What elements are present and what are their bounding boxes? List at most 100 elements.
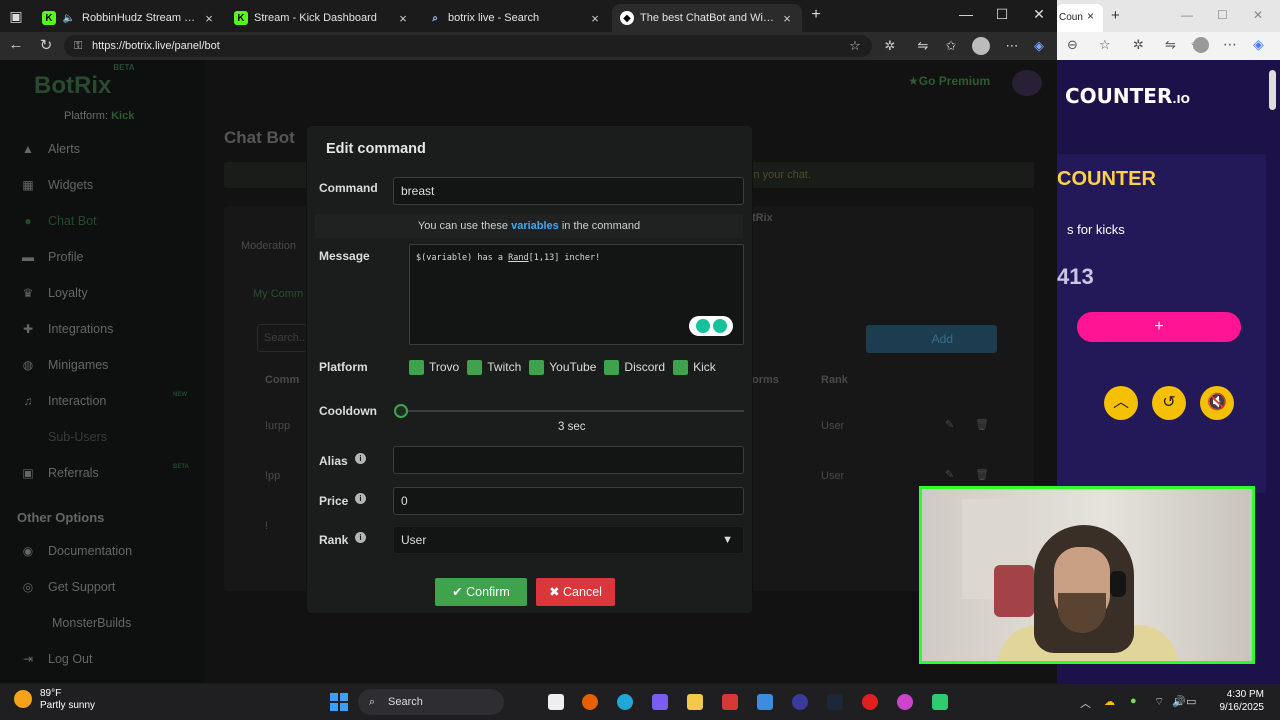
tab-kick-dashboard[interactable]: K Stream - Kick Dashboard × bbox=[226, 4, 418, 32]
clock[interactable]: 4:30 PM 9/16/2025 bbox=[1202, 688, 1265, 714]
avatar[interactable] bbox=[1193, 37, 1209, 53]
sidebar-item-interaction[interactable]: ♫ Interaction bbox=[20, 391, 107, 411]
delete-icon[interactable]: 🗑 bbox=[975, 418, 989, 431]
checkbox-discord[interactable]: Discord bbox=[604, 359, 665, 375]
chevron-up-icon[interactable]: ︿ bbox=[1104, 386, 1138, 420]
delete-icon[interactable]: 🗑 bbox=[975, 468, 989, 481]
maximize-icon[interactable]: ☐ bbox=[1217, 8, 1228, 22]
sidebar-item-referrals[interactable]: ▣ Referrals bbox=[20, 463, 98, 483]
battery-icon[interactable]: ▭ bbox=[1186, 695, 1196, 708]
close-icon[interactable]: × bbox=[202, 11, 216, 26]
price-input[interactable]: 0 bbox=[393, 487, 744, 515]
sidebar-item-chat-bot[interactable]: ● Chat Bot bbox=[20, 211, 96, 231]
checkbox-kick[interactable]: Kick bbox=[673, 359, 716, 375]
increment-button[interactable]: + bbox=[1077, 312, 1241, 342]
alias-input[interactable] bbox=[393, 446, 744, 474]
copilot-app-icon[interactable] bbox=[652, 694, 668, 710]
sidebar-item-documentation[interactable]: ◉ Documentation bbox=[20, 541, 132, 561]
sidebar-item-log-out[interactable]: ⇥ Log Out bbox=[20, 649, 93, 669]
speaker-icon[interactable]: 🔈 bbox=[62, 11, 76, 25]
taskbar-search[interactable]: ⌕ Search bbox=[358, 689, 504, 715]
checkbox-youtube[interactable]: YouTube bbox=[529, 359, 596, 375]
info-icon[interactable]: i bbox=[355, 453, 366, 464]
avatar[interactable] bbox=[972, 37, 990, 55]
cooldown-slider-track[interactable] bbox=[401, 410, 744, 412]
checkbox-trovo[interactable]: Trovo bbox=[409, 359, 459, 375]
sidebar-item-alerts[interactable]: ▲ Alerts bbox=[20, 139, 80, 159]
copilot-icon[interactable]: ◈ bbox=[1253, 36, 1264, 53]
sidebar-item-minigames[interactable]: ◍ Minigames bbox=[20, 355, 109, 375]
copilot-icon[interactable]: ◈ bbox=[1030, 37, 1048, 55]
chevron-up-icon[interactable]: ︿ bbox=[1080, 695, 1091, 711]
tab-robbinhudz[interactable]: K 🔈 RobbinHudz Stream - Watch × bbox=[34, 4, 224, 32]
cooldown-slider-handle[interactable] bbox=[394, 404, 408, 418]
tab-botrix[interactable]: ◆ The best ChatBot and Widgets fo × bbox=[612, 4, 802, 32]
site-info-icon[interactable]: ⚿ bbox=[74, 35, 82, 57]
new-tab-button[interactable]: + bbox=[1111, 7, 1120, 24]
maximize-icon[interactable]: ☐ bbox=[992, 6, 1012, 23]
sidebar-item-profile[interactable]: ▬ Profile bbox=[20, 247, 83, 267]
sidebar-item-widgets[interactable]: ▦ Widgets bbox=[20, 175, 93, 195]
cloud-icon[interactable]: ☁ bbox=[1104, 695, 1115, 708]
extension-puzzle-icon[interactable]: ✲ bbox=[881, 37, 899, 55]
sidebar-item-integrations[interactable]: ✚ Integrations bbox=[20, 319, 113, 339]
checkbox-twitch[interactable]: Twitch bbox=[467, 359, 521, 375]
sidebar-item-sub-users[interactable]: Sub-Users bbox=[20, 427, 107, 447]
search-input[interactable]: Search... bbox=[257, 324, 308, 352]
tab-moderation[interactable]: Moderation bbox=[241, 240, 296, 252]
tab-my-commands[interactable]: My Comm bbox=[253, 288, 303, 300]
file-icon[interactable] bbox=[548, 694, 564, 710]
kick-app-icon[interactable] bbox=[932, 694, 948, 710]
media-icon[interactable] bbox=[862, 694, 878, 710]
go-premium-link[interactable]: ★Go Premium bbox=[908, 74, 990, 88]
window-close-icon[interactable]: ✕ bbox=[1253, 8, 1263, 22]
photos-icon[interactable] bbox=[757, 694, 773, 710]
info-icon[interactable]: i bbox=[355, 532, 366, 543]
cancel-button[interactable]: ✖ Cancel bbox=[536, 578, 615, 606]
windows-start-icon[interactable] bbox=[330, 693, 348, 711]
firefox-icon[interactable] bbox=[582, 694, 598, 710]
discord-icon[interactable] bbox=[792, 694, 808, 710]
tab-actions-icon[interactable]: ⊖ bbox=[1067, 37, 1078, 53]
tab-search[interactable]: ⌕ botrix live - Search × bbox=[420, 4, 610, 32]
more-icon[interactable]: ⋯ bbox=[1223, 36, 1237, 53]
scrollbar[interactable] bbox=[1266, 60, 1280, 683]
reload-icon[interactable]: ↻ bbox=[36, 36, 56, 54]
favorites-icon[interactable]: ✩ bbox=[942, 37, 960, 55]
minimize-icon[interactable]: — bbox=[1181, 8, 1193, 22]
favorite-star-icon[interactable]: ☆ bbox=[846, 37, 864, 55]
split-screen-icon[interactable]: ⇋ bbox=[1165, 37, 1176, 53]
volume-icon[interactable]: 🔊 bbox=[1172, 695, 1186, 708]
more-icon[interactable]: ⋯ bbox=[1003, 37, 1021, 55]
grammarly-icon[interactable] bbox=[689, 316, 733, 336]
split-screen-icon[interactable]: ⇋ bbox=[914, 37, 932, 55]
steam-icon[interactable] bbox=[827, 694, 843, 710]
mute-icon[interactable]: 🔇 bbox=[1200, 386, 1234, 420]
variables-link[interactable]: variables bbox=[511, 220, 559, 232]
mic-icon[interactable]: ● bbox=[1130, 695, 1137, 707]
tab-kickcounter[interactable]: Coun bbox=[1057, 4, 1103, 32]
edit-icon[interactable]: ✎ bbox=[945, 468, 954, 481]
info-icon[interactable]: i bbox=[355, 493, 366, 504]
new-tab-button[interactable]: + bbox=[806, 6, 826, 24]
add-command-button[interactable]: Add bbox=[866, 325, 997, 353]
user-avatar[interactable] bbox=[1012, 70, 1042, 96]
weather-widget[interactable]: 89°F Partly sunny bbox=[14, 688, 95, 712]
close-icon[interactable]: × bbox=[396, 11, 410, 26]
tab-actions-icon[interactable]: ▣ bbox=[6, 8, 26, 25]
sidebar-item-get-support[interactable]: ◎ Get Support bbox=[20, 577, 116, 597]
close-icon[interactable]: × bbox=[1087, 9, 1094, 23]
extension-puzzle-icon[interactable]: ✲ bbox=[1133, 37, 1144, 53]
folder-icon[interactable] bbox=[687, 694, 703, 710]
close-icon[interactable]: × bbox=[780, 11, 794, 26]
app-icon[interactable] bbox=[722, 694, 738, 710]
rank-select[interactable]: User ▼ bbox=[393, 526, 744, 554]
close-icon[interactable]: × bbox=[588, 11, 602, 26]
sidebar-item-monsterbuilds[interactable]: MonsterBuilds bbox=[24, 613, 131, 633]
favorite-star-icon[interactable]: ☆ bbox=[1099, 37, 1111, 53]
edit-icon[interactable]: ✎ bbox=[945, 418, 954, 431]
back-icon[interactable]: ← bbox=[6, 36, 26, 53]
wifi-icon[interactable]: ⌔ bbox=[1154, 695, 1164, 709]
window-close-icon[interactable]: ✕ bbox=[1029, 6, 1049, 23]
url-field[interactable]: ⚿ https://botrix.live/panel/bot bbox=[64, 35, 872, 57]
